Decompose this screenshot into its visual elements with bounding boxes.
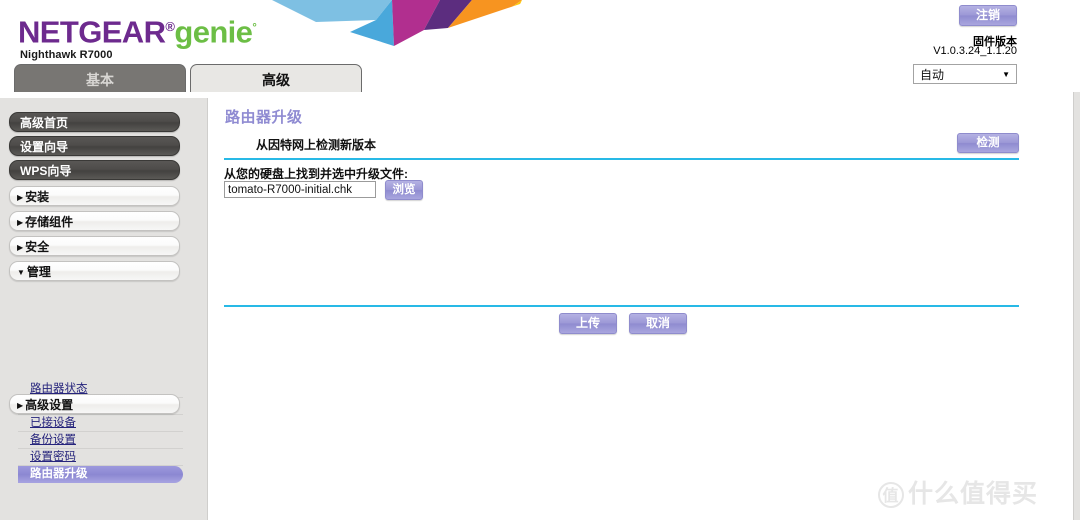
browse-button[interactable]: 浏览 (385, 180, 423, 200)
logout-button[interactable]: 注销 (959, 5, 1017, 26)
sidebar-item-label: 存储组件 (25, 215, 74, 229)
sidebar-subitem-label: 已接设备 (30, 417, 76, 429)
internet-check-label: 从因特网上检测新版本 (256, 138, 377, 152)
sidebar-subitem-backup-settings[interactable]: 备份设置 (18, 432, 183, 449)
sidebar-subitem-attached-devices[interactable]: 已接设备 (18, 415, 183, 432)
router-admin-page: NETGEAR®genie° Nighthawk R7000 注销 固件版本 V… (0, 0, 1080, 520)
page-header: NETGEAR®genie° Nighthawk R7000 注销 固件版本 V… (0, 0, 1073, 92)
chevron-right-icon: ▶ (17, 401, 24, 410)
firmware-file-input[interactable]: tomato-R7000-initial.chk (224, 181, 376, 198)
registered-mark-icon: ® (165, 19, 175, 34)
sidebar-item-wps-wizard[interactable]: WPS向导 (9, 160, 180, 180)
tab-basic[interactable]: 基本 (14, 64, 186, 92)
degree-mark-icon: ° (252, 22, 257, 34)
sidebar: 高级首页 设置向导 WPS向导 ▶ 安装 ▶ 存储组件 ▶ 安全 ▼ 管理 路由器状态 … (0, 98, 208, 520)
check-button[interactable]: 检测 (957, 133, 1019, 153)
chevron-right-icon: ▶ (17, 218, 24, 227)
chevron-down-icon: ▼ (1002, 70, 1010, 79)
genie-wordmark: genie (174, 14, 253, 50)
router-model-name: Nighthawk R7000 (20, 49, 113, 61)
sidebar-item-label: 安全 (25, 240, 50, 254)
sidebar-subitem-label: 备份设置 (30, 434, 76, 446)
sidebar-item-advanced-setup[interactable]: ▶ 高级设置 (9, 394, 180, 414)
sidebar-subitem-label: 路由器升级 (30, 468, 88, 480)
watermark-logo-icon: 值 (877, 482, 904, 509)
cancel-button[interactable]: 取消 (629, 313, 687, 334)
upload-button[interactable]: 上传 (559, 313, 617, 334)
sidebar-subitem-router-upgrade[interactable]: 路由器升级 (18, 466, 183, 483)
sidebar-item-administration[interactable]: ▼ 管理 (9, 261, 180, 281)
sidebar-item-storage[interactable]: ▶ 存储组件 (9, 211, 180, 231)
sidebar-item-setup[interactable]: ▶ 安装 (9, 186, 180, 206)
sidebar-item-label: WPS向导 (20, 164, 72, 178)
sidebar-item-label: 高级首页 (20, 116, 69, 130)
tab-advanced[interactable]: 高级 (190, 64, 362, 92)
netgear-genie-logo: NETGEAR®genie° (18, 10, 257, 50)
right-edge-strip-top (1073, 0, 1080, 92)
language-select[interactable]: 自动 ▼ (913, 64, 1017, 84)
chevron-right-icon: ▶ (17, 243, 24, 252)
firmware-version-value: V1.0.3.24_1.1.20 (933, 45, 1017, 57)
divider-bottom (224, 305, 1019, 307)
divider-top (224, 158, 1019, 160)
sidebar-item-setup-wizard[interactable]: 设置向导 (9, 136, 180, 156)
language-select-value: 自动 (920, 68, 945, 82)
netgear-decorative-graphic (272, 0, 532, 56)
chevron-right-icon: ▶ (17, 193, 24, 202)
sidebar-item-label: 管理 (26, 265, 51, 279)
netgear-wordmark: NETGEAR (18, 14, 166, 50)
watermark-text: 什么值得买 (907, 480, 1038, 508)
sidebar-subitem-label: 设置密码 (30, 451, 76, 463)
main-content: 路由器升级 从因特网上检测新版本 检测 从您的硬盘上找到并选中升级文件: tom… (208, 98, 1073, 520)
chevron-down-icon: ▼ (17, 268, 25, 277)
page-title: 路由器升级 (225, 109, 303, 126)
sidebar-item-label: 设置向导 (20, 140, 69, 154)
watermark: 值什么值得买 (877, 474, 1038, 510)
sidebar-item-security[interactable]: ▶ 安全 (9, 236, 180, 256)
sidebar-item-label: 安装 (25, 190, 50, 204)
file-select-label: 从您的硬盘上找到并选中升级文件: (224, 167, 408, 181)
sidebar-item-advanced-home[interactable]: 高级首页 (9, 112, 180, 132)
sidebar-subitem-set-password[interactable]: 设置密码 (18, 449, 183, 466)
internet-check-row: 从因特网上检测新版本 检测 (224, 133, 1019, 158)
sidebar-item-label: 高级设置 (25, 398, 74, 412)
